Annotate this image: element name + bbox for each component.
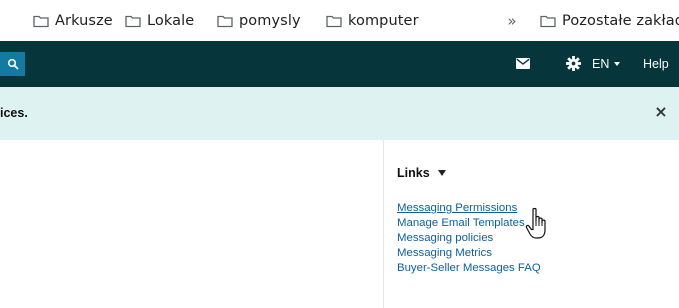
- bookmark-label: Arkusze: [55, 13, 113, 29]
- folder-icon: [33, 14, 49, 28]
- search-button[interactable]: [0, 52, 25, 76]
- notification-banner: ices. ×: [0, 87, 679, 140]
- caret-down-icon: [614, 62, 621, 66]
- other-bookmarks[interactable]: Pozostałe zakładki: [540, 9, 679, 33]
- folder-icon: [217, 14, 233, 28]
- mail-icon[interactable]: [516, 58, 530, 69]
- banner-message: ices.: [0, 106, 28, 120]
- top-navigation-bar: EN Help: [0, 41, 679, 87]
- link-messaging-permissions[interactable]: Messaging Permissions: [397, 202, 517, 215]
- bookmark-label: komputer: [348, 13, 419, 29]
- bookmark-label: pomysly: [239, 13, 301, 29]
- bookmark-lokale[interactable]: Lokale: [125, 9, 194, 33]
- links-dropdown-toggle[interactable]: Links: [397, 166, 446, 180]
- bookmarks-overflow-chevron-icon[interactable]: »: [500, 9, 524, 33]
- close-icon[interactable]: ×: [653, 103, 669, 121]
- link-manage-email-templates[interactable]: Manage Email Templates: [397, 217, 525, 230]
- folder-icon: [125, 14, 141, 28]
- triangle-down-icon: [437, 170, 446, 176]
- search-icon: [7, 58, 18, 70]
- hand-cursor-icon: [525, 207, 546, 239]
- language-label: EN: [592, 57, 610, 71]
- links-title: Links: [397, 166, 430, 180]
- link-messaging-metrics[interactable]: Messaging Metrics: [397, 247, 492, 260]
- help-link[interactable]: Help: [643, 55, 669, 73]
- bookmark-komputer[interactable]: komputer: [326, 9, 419, 33]
- gear-icon[interactable]: [566, 56, 581, 71]
- other-bookmarks-label: Pozostałe zakładki: [562, 13, 679, 29]
- bookmark-pomysly[interactable]: pomysly: [217, 9, 301, 33]
- folder-icon: [540, 14, 556, 28]
- sidebar-divider: [383, 140, 384, 308]
- language-selector[interactable]: EN: [592, 55, 621, 73]
- folder-icon: [326, 14, 342, 28]
- bookmark-label: Lokale: [147, 13, 195, 29]
- bookmarks-bar: Arkusze Lokale pomysly komputer » Pozost…: [0, 0, 679, 41]
- bookmark-arkusze[interactable]: Arkusze: [33, 9, 113, 33]
- link-messaging-policies[interactable]: Messaging policies: [397, 232, 493, 245]
- link-buyer-seller-messages-faq[interactable]: Buyer-Seller Messages FAQ: [397, 262, 541, 275]
